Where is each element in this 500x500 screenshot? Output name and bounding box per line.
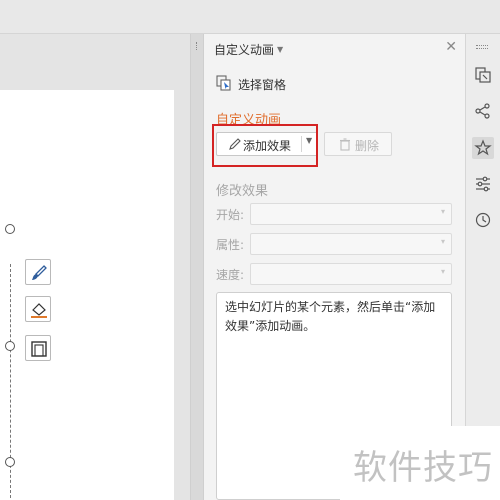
slide-layout-icon[interactable] <box>472 64 494 86</box>
modify-effect-heading: 修改效果 <box>216 184 269 199</box>
settings-sliders-icon[interactable] <box>472 173 494 195</box>
animation-star-icon[interactable] <box>472 137 494 159</box>
pane-title[interactable]: 自定义动画 ▼ <box>214 41 283 58</box>
fill-style-button[interactable] <box>25 296 51 322</box>
speed-dropdown[interactable] <box>250 263 452 285</box>
share-icon[interactable] <box>472 100 494 122</box>
pane-splitter[interactable] <box>190 34 204 500</box>
resize-handle-bottom[interactable] <box>5 457 15 467</box>
highlight-box <box>212 124 318 167</box>
slide-canvas[interactable] <box>0 90 174 500</box>
property-dropdown[interactable] <box>250 233 452 255</box>
delete-label: 删除 <box>355 139 380 153</box>
speed-label: 速度: <box>216 268 245 282</box>
start-label: 开始: <box>216 208 245 222</box>
clock-glyph <box>475 212 491 228</box>
history-icon[interactable] <box>472 209 494 231</box>
star-glyph <box>474 139 492 156</box>
paint-bucket-icon <box>31 303 47 318</box>
strip-grip <box>476 45 488 49</box>
slide-canvas-area <box>0 34 190 500</box>
trash-icon <box>340 138 350 151</box>
resize-handle-top[interactable] <box>5 224 15 234</box>
brush-style-button[interactable] <box>25 259 51 285</box>
resize-handle-middle[interactable] <box>5 341 15 351</box>
splitter-grip[interactable] <box>196 42 198 50</box>
layout-glyph <box>475 67 491 83</box>
share-glyph <box>475 103 490 119</box>
property-label: 属性: <box>216 238 245 252</box>
start-dropdown[interactable] <box>250 203 452 225</box>
delete-button[interactable]: 删除 <box>324 132 392 156</box>
brush-icon <box>32 265 47 280</box>
chevron-down-icon: ▼ <box>277 45 284 54</box>
frame-icon <box>31 341 47 357</box>
top-toolbar <box>0 0 500 34</box>
watermark: 软件技巧 <box>353 448 493 488</box>
select-pane-icon <box>216 75 231 91</box>
sliders-glyph <box>476 176 490 192</box>
close-icon[interactable]: ✕ <box>445 40 457 54</box>
outline-style-button[interactable] <box>25 335 51 361</box>
